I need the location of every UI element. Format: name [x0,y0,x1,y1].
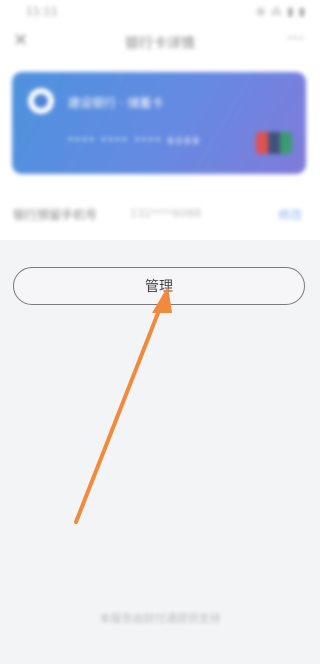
unionpay-icon [256,132,292,154]
phone-row[interactable]: 银行预留手机号 132****6088 修改 [0,196,320,232]
page-title: 银行卡详情 [125,36,195,52]
status-bar: 11:11 ⊛ ⁂ ▮ ▮ [0,0,320,24]
status-time: 11:11 [26,5,58,18]
phone-label: 银行预留手机号 [13,208,98,222]
edit-link[interactable]: 修改 [278,206,302,223]
phone-value: 132****6088 [130,207,201,220]
manage-button[interactable]: 管理 [13,267,305,305]
bank-logo-icon [28,88,54,114]
card-detail-section: 11:11 ⊛ ⁂ ▮ ▮ ✕ 银行卡详情 ··· 建设银行 · 储蓄卡 ***… [0,0,320,240]
card-number: **** **** **** 6088 [68,136,201,147]
status-icons: ⊛ ⁂ ▮ ▮ [256,5,306,18]
more-icon[interactable]: ··· [287,28,304,49]
bank-name: 建设银行 · 储蓄卡 [68,96,164,110]
nav-bar: ✕ 银行卡详情 ··· [0,26,320,60]
bank-card[interactable]: 建设银行 · 储蓄卡 **** **** **** 6088 [12,72,306,174]
arrow-shaft [74,306,162,524]
footer-text: 本服务由财付通提供支持 [99,612,221,625]
